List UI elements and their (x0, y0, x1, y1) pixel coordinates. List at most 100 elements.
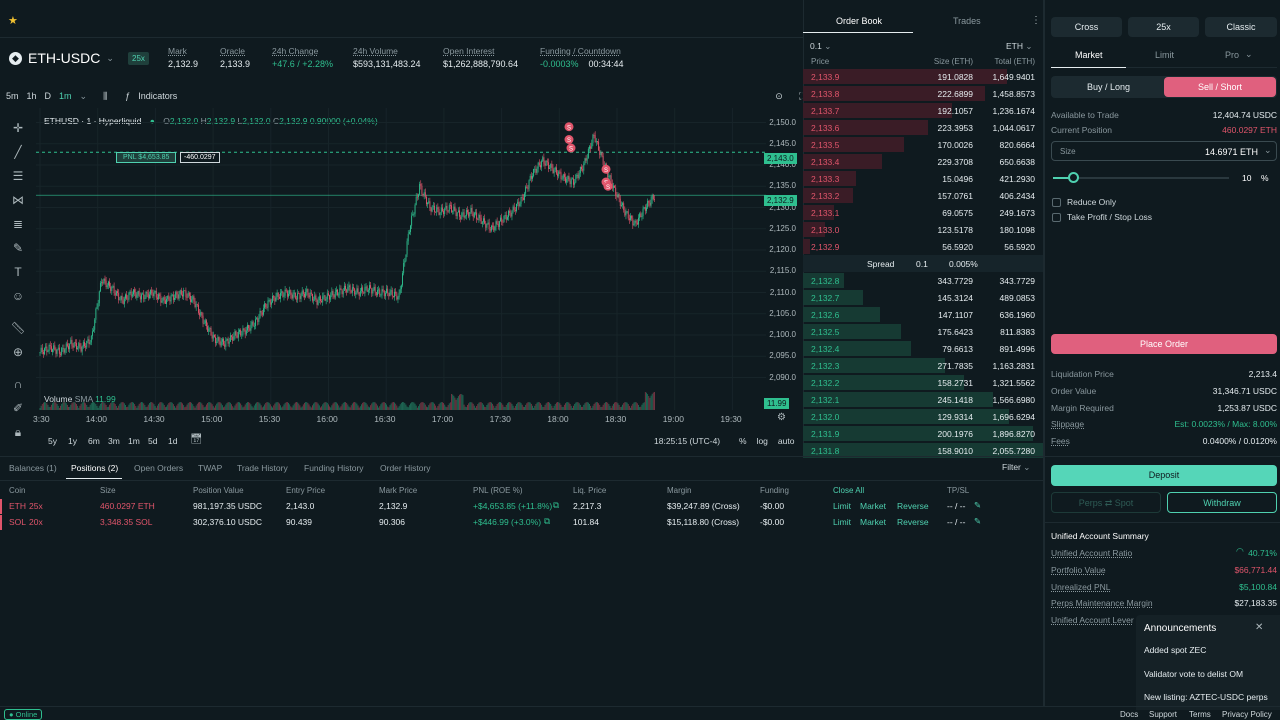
favorite-star-icon[interactable]: ★ (8, 14, 18, 27)
sell-marker[interactable]: S (564, 122, 574, 132)
footer-link-support[interactable]: Support (1149, 710, 1177, 719)
range-1y[interactable]: 1y (68, 436, 77, 446)
candle-type-icon[interactable]: ⫼ (103, 91, 107, 102)
ask-row[interactable]: 2,132.9 56.5920 56.5920 (803, 238, 1043, 255)
sell-marker[interactable]: S (564, 135, 574, 144)
ask-row[interactable]: 2,133.2 157.0761 406.2434 (803, 187, 1043, 204)
close-reverse-button[interactable]: Reverse (897, 501, 929, 511)
tab-positions-[interactable]: Positions (2) (71, 463, 118, 473)
size-input[interactable]: Size 14.6971 ETH ⌄ (1051, 141, 1277, 161)
tab-trades[interactable]: Trades (953, 16, 981, 26)
edit-pencil-icon[interactable]: ✎ (974, 516, 981, 527)
indicators-icon[interactable]: ƒ (125, 91, 130, 101)
footer-link-terms[interactable]: Terms (1189, 710, 1211, 719)
emoji-icon[interactable]: ☺ (10, 288, 26, 304)
settings-gear-icon[interactable]: ⚙ (777, 412, 786, 423)
bid-row[interactable]: 2,131.9 200.1976 1,896.8270 (803, 425, 1043, 442)
range-1d[interactable]: 1d (168, 436, 177, 446)
col-header[interactable]: Coin (9, 486, 25, 495)
close-market-button[interactable]: Market (860, 501, 886, 511)
external-link-icon[interactable]: ⧉ (544, 516, 550, 527)
tab-pro[interactable]: Pro (1225, 50, 1239, 60)
margin-mode-button[interactable]: Cross (1051, 17, 1122, 37)
indicators-button[interactable]: Indicators (138, 91, 177, 101)
ask-row[interactable]: 2,133.8 222.6899 1,458.8573 (803, 85, 1043, 102)
deposit-button[interactable]: Deposit (1051, 465, 1277, 486)
bid-row[interactable]: 2,132.8 343.7729 343.7729 (803, 272, 1043, 289)
bid-row[interactable]: 2,132.0 129.9314 1,696.6294 (803, 408, 1043, 425)
more-options-icon[interactable]: ⋮ (1031, 15, 1041, 26)
tab-balances-[interactable]: Balances (1) (9, 463, 57, 473)
mode-classic-button[interactable]: Classic (1205, 17, 1277, 37)
place-order-button[interactable]: Place Order (1051, 334, 1277, 354)
horizontal-lines-icon[interactable]: ☰ (10, 168, 26, 184)
footer-link-docs[interactable]: Docs (1120, 710, 1138, 719)
ask-row[interactable]: 2,133.0 123.5178 180.1098 (803, 221, 1043, 238)
tab-limit[interactable]: Limit (1155, 50, 1174, 60)
size-slider[interactable] (1051, 170, 1231, 186)
tab-trade-history[interactable]: Trade History (237, 463, 288, 473)
brush-icon[interactable]: ✎ (10, 240, 26, 256)
tab-funding-history[interactable]: Funding History (304, 463, 364, 473)
close-market-button[interactable]: Market (860, 517, 886, 527)
close-limit-button[interactable]: Limit (833, 501, 851, 511)
ask-row[interactable]: 2,133.6 223.3953 1,044.0617 (803, 119, 1043, 136)
chevron-down-icon[interactable]: ⌄ (1264, 145, 1272, 156)
sell-marker[interactable]: S (566, 143, 576, 153)
announcement-item[interactable]: Validator vote to delist OM (1144, 669, 1243, 679)
pair-selector[interactable]: ◆ ETH-USDC ⌄ (9, 50, 114, 66)
text-icon[interactable]: T (10, 264, 26, 280)
auto-scale-toggle[interactable]: auto (778, 436, 795, 446)
ask-row[interactable]: 2,133.4 229.3708 650.6638 (803, 153, 1043, 170)
footer-link-privacy[interactable]: Privacy Policy (1222, 710, 1272, 719)
leverage-button[interactable]: 25x (1128, 17, 1199, 37)
tpsl-checkbox[interactable]: Take Profit / Stop Loss (1052, 212, 1152, 222)
buy-long-button[interactable]: Buy / Long (1053, 77, 1164, 97)
ruler-icon[interactable]: 📏︎ (10, 320, 26, 336)
range-6m[interactable]: 6m (88, 436, 100, 446)
tab-twap[interactable]: TWAP (198, 463, 222, 473)
log-scale-toggle[interactable]: log (757, 436, 768, 446)
interval-1h[interactable]: 1h (27, 91, 37, 101)
bid-row[interactable]: 2,132.1 245.1418 1,566.6980 (803, 391, 1043, 408)
screenshot-icon[interactable]: ⊙ (775, 91, 783, 102)
sell-marker[interactable]: S (601, 164, 611, 174)
time-axis[interactable]: 3:30 14:00 14:30 15:00 15:30 16:00 16:30 17:00 1… (33, 410, 766, 428)
interval-1m[interactable]: 1m (59, 91, 72, 101)
filter-button[interactable]: Filter ⌄ (1002, 462, 1030, 473)
tab-order-book[interactable]: Order Book (836, 16, 882, 26)
announcement-item[interactable]: Added spot ZEC (1144, 645, 1206, 655)
close-limit-button[interactable]: Limit (833, 517, 851, 527)
close-reverse-button[interactable]: Reverse (897, 517, 929, 527)
bid-row[interactable]: 2,132.3 271.7835 1,163.2831 (803, 357, 1043, 374)
pattern-icon[interactable]: ⋈ (10, 192, 26, 208)
percent-scale-toggle[interactable]: % (739, 436, 747, 446)
magnet-icon[interactable]: ∩ (10, 376, 26, 392)
ask-row[interactable]: 2,133.1 69.0575 249.1673 (803, 204, 1043, 221)
slider-percent-input[interactable]: 10 % (1236, 171, 1278, 185)
ask-row[interactable]: 2,133.9 191.0828 1,649.9401 (803, 68, 1043, 85)
position-coin[interactable]: ETH (9, 501, 26, 511)
ask-row[interactable]: 2,133.3 15.0496 421.2930 (803, 170, 1043, 187)
perps-spot-transfer-button[interactable]: Perps ⇄ Spot (1051, 492, 1161, 513)
lock-drawing-icon[interactable]: ✐ (10, 400, 26, 416)
col-header[interactable]: Close All (833, 486, 864, 495)
interval-5m[interactable]: 5m (6, 91, 19, 101)
range-5y[interactable]: 5y (48, 436, 57, 446)
slider-handle[interactable] (1068, 172, 1080, 183)
chevron-down-icon[interactable]: ⌄ (80, 91, 88, 102)
bid-row[interactable]: 2,132.4 79.6613 891.4996 (803, 340, 1043, 357)
ask-row[interactable]: 2,133.5 170.0026 820.6664 (803, 136, 1043, 153)
crosshair-icon[interactable]: ✛ (10, 120, 26, 136)
tab-market[interactable]: Market (1075, 50, 1103, 60)
trendline-icon[interactable]: ╱ (10, 144, 26, 160)
ask-row[interactable]: 2,133.7 192.1057 1,236.1674 (803, 102, 1043, 119)
range-1m[interactable]: 1m (128, 436, 140, 446)
interval-d[interactable]: D (45, 91, 52, 101)
range-5d[interactable]: 5d (148, 436, 157, 446)
sell-marker[interactable]: S (603, 181, 613, 191)
sell-short-button[interactable]: Sell / Short (1164, 77, 1276, 97)
tab-open-orders[interactable]: Open Orders (134, 463, 183, 473)
external-link-icon[interactable]: ⧉ (553, 500, 559, 511)
position-coin[interactable]: SOL (9, 517, 26, 527)
